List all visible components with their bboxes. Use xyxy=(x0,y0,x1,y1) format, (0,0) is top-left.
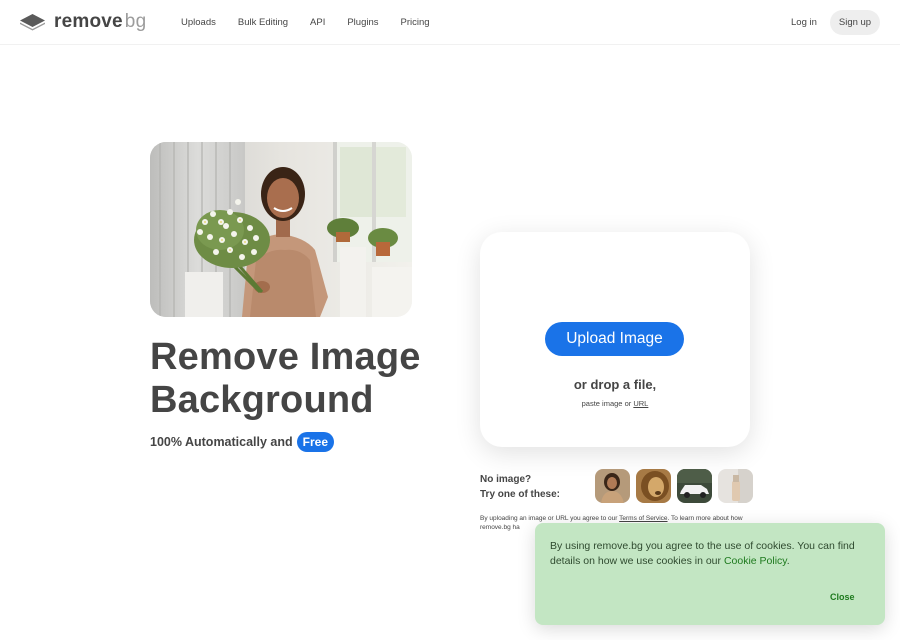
sample-images xyxy=(595,469,753,503)
nav-bulk-editing[interactable]: Bulk Editing xyxy=(238,17,288,28)
nav-pricing[interactable]: Pricing xyxy=(401,17,430,28)
login-link[interactable]: Log in xyxy=(791,17,817,28)
sample-prompt-line2: Try one of these: xyxy=(480,489,561,500)
nav-api[interactable]: API xyxy=(310,17,325,28)
nav-uploads[interactable]: Uploads xyxy=(181,17,216,28)
subtitle-text: 100% Automatically and xyxy=(150,435,293,449)
terms-text: By uploading an image or URL you agree t… xyxy=(480,515,618,522)
upload-image-button[interactable]: Upload Image xyxy=(545,322,684,356)
logo-text: remove bg xyxy=(54,11,147,32)
page-title: Remove Image Background xyxy=(150,336,421,421)
logo-icon xyxy=(20,14,45,31)
cookie-policy-link[interactable]: Cookie Policy xyxy=(724,555,787,567)
signup-button[interactable]: Sign up xyxy=(830,10,880,35)
sample-prompt: No image? Try one of these: xyxy=(480,472,560,502)
top-nav-bar: remove bg Uploads Bulk Editing API Plugin… xyxy=(0,0,900,45)
hero-image xyxy=(150,142,412,317)
upload-card[interactable]: Upload Image or drop a file, paste image… xyxy=(480,232,750,447)
cookie-text: By using remove.bg you agree to the use … xyxy=(550,540,855,567)
sample-cosmetic-bottle[interactable] xyxy=(718,469,753,503)
free-badge: Free xyxy=(296,432,334,452)
cookie-banner: By using remove.bg you agree to the use … xyxy=(535,523,885,625)
sample-car[interactable] xyxy=(677,469,712,503)
cookie-message: By using remove.bg you agree to the use … xyxy=(550,539,870,569)
nav-plugins[interactable]: Plugins xyxy=(347,17,378,28)
drop-file-text: or drop a file, xyxy=(573,377,657,392)
cookie-period: . xyxy=(786,555,790,567)
paste-text: paste image or xyxy=(581,399,632,408)
url-link[interactable]: URL xyxy=(633,399,648,408)
subtitle: 100% Automatically and Free xyxy=(150,432,334,452)
cookie-close-button[interactable]: Close xyxy=(830,592,855,602)
main-nav: Uploads Bulk Editing API Plugins Pricing xyxy=(181,17,452,28)
sample-lion[interactable] xyxy=(636,469,671,503)
sample-prompt-line1: No image? xyxy=(480,474,532,485)
sample-woman-portrait[interactable] xyxy=(595,469,630,503)
logo[interactable]: remove bg xyxy=(19,11,146,33)
paste-hint: paste image or URL xyxy=(480,399,750,408)
terms-of-service-link[interactable]: Terms of Service xyxy=(619,515,667,522)
